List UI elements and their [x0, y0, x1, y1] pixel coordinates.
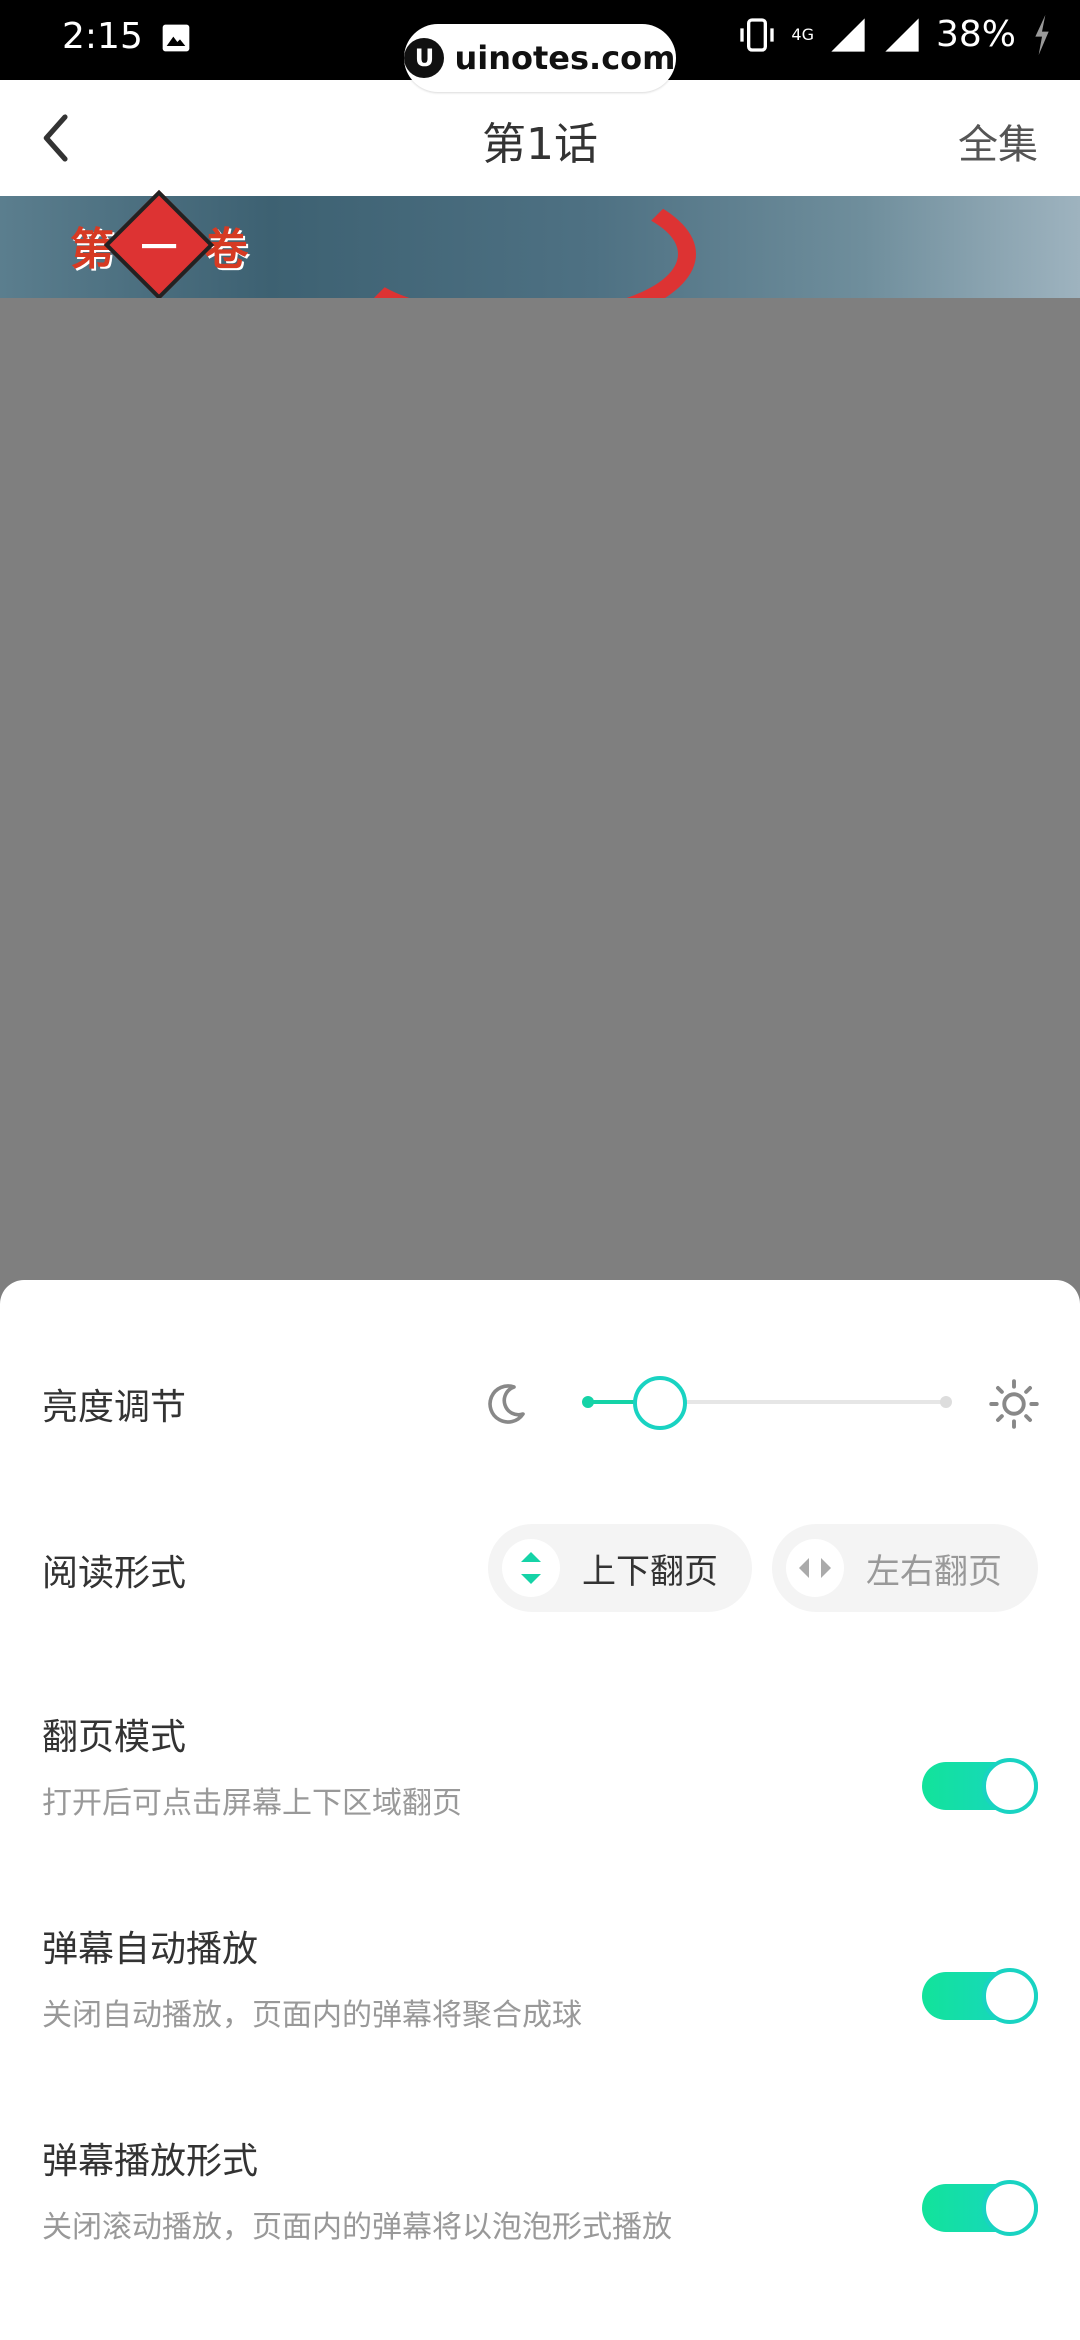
brightness-slider-thumb[interactable]: [632, 1376, 687, 1430]
all-episodes-button[interactable]: 全集: [958, 112, 1038, 170]
vertical-arrows-icon: [502, 1539, 560, 1597]
page-turn-mode-label: 翻页模式: [42, 1717, 187, 1758]
watermark: U uinotes.com: [404, 24, 676, 92]
signal-icon: [831, 17, 865, 52]
brightness-slider[interactable]: [582, 1376, 952, 1430]
slider-end-dot: [940, 1396, 952, 1408]
danmaku-autoplay-desc: 关闭自动播放，页面内的弹幕将聚合成球: [42, 1998, 582, 2033]
network-type: 4G: [791, 25, 814, 44]
gallery-icon: [162, 24, 190, 52]
danmaku-style-desc: 关闭滚动播放，页面内的弹幕将以泡泡形式播放: [42, 2210, 672, 2245]
vertical-scroll-option[interactable]: 上下翻页: [488, 1524, 752, 1612]
toggle-knob: [982, 1968, 1038, 2024]
reading-settings-panel: 亮度调节 阅读形式 上下翻页 左右翻页 翻页模式 打开后可点击屏幕上下区域翻页 …: [0, 1280, 1080, 2340]
horizontal-page-option[interactable]: 左右翻页: [772, 1524, 1038, 1612]
vertical-scroll-label: 上下翻页: [582, 1551, 718, 1592]
manga-page-image: 第 一 卷: [0, 176, 1080, 332]
horizontal-arrows-icon: [786, 1539, 844, 1597]
toggle-knob: [982, 1758, 1038, 1814]
page-turn-mode-desc: 打开后可点击屏幕上下区域翻页: [42, 1786, 462, 1821]
status-time: 2:15: [62, 16, 143, 57]
page-turn-mode-toggle[interactable]: [922, 1758, 1038, 1814]
moon-icon: [488, 1384, 525, 1424]
volume-diamond: 一: [103, 189, 215, 301]
toggle-knob: [982, 2180, 1038, 2236]
watermark-logo-icon: U: [404, 38, 445, 78]
signal-icon-2: [885, 17, 919, 52]
status-right: 4G 38%: [737, 14, 1054, 55]
slider-start-dot: [582, 1396, 594, 1408]
watermark-text: uinotes.com: [454, 39, 676, 77]
volume-number: 一: [140, 227, 178, 269]
danmaku-autoplay-toggle[interactable]: [922, 1968, 1038, 2024]
danmaku-autoplay-label: 弹幕自动播放: [42, 1929, 259, 1970]
reading-form-label: 阅读形式: [42, 1553, 187, 1594]
battery-percent: 38%: [935, 14, 1016, 55]
horizontal-page-label: 左右翻页: [866, 1551, 1002, 1592]
sun-icon: [989, 1379, 1039, 1429]
dim-overlay[interactable]: [0, 298, 1080, 1280]
danmaku-style-label: 弹幕播放形式: [42, 2141, 259, 2182]
vibrate-icon: [740, 17, 775, 52]
danmaku-style-toggle[interactable]: [922, 2180, 1038, 2236]
page-title: 第1话: [482, 119, 598, 170]
volume-badge: 第 一 卷: [70, 189, 248, 301]
brightness-label: 亮度调节: [42, 1387, 187, 1428]
battery-charging-icon: [1035, 14, 1049, 55]
